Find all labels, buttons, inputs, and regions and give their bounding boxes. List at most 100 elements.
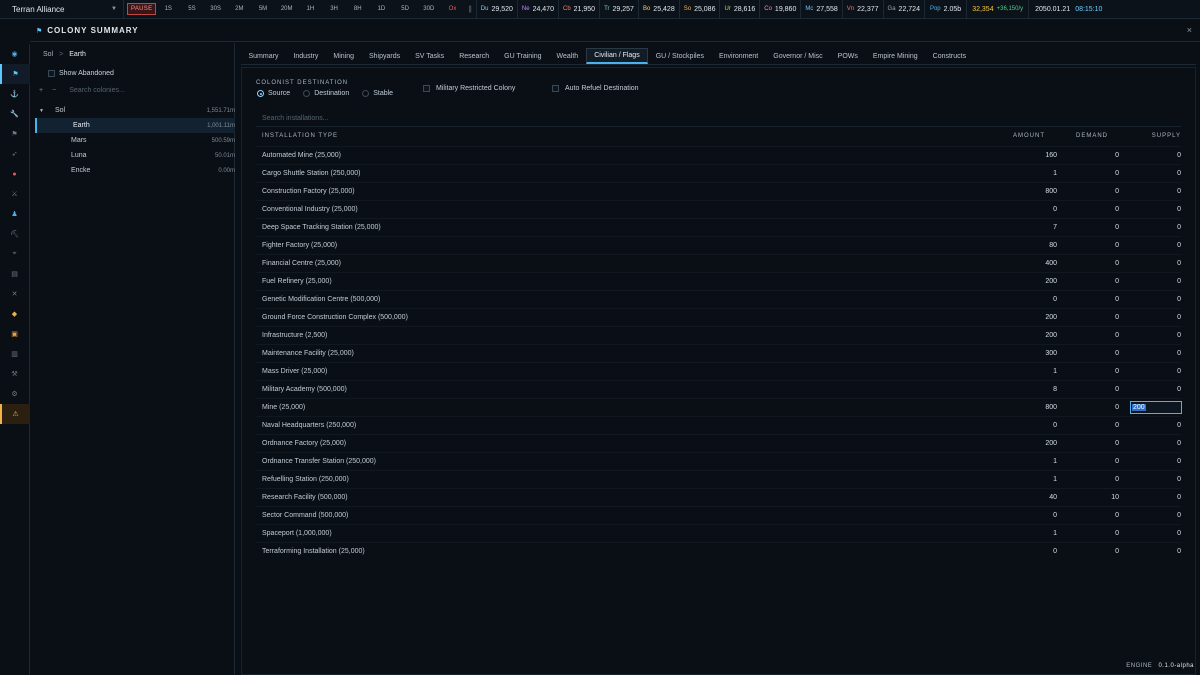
speed-button-1d[interactable]: 1D (370, 6, 394, 12)
supply-value[interactable]: 0 (1177, 512, 1181, 519)
tab-civilian-flags[interactable]: Civilian / Flags (585, 48, 649, 64)
demand-value[interactable]: 0 (1115, 422, 1119, 429)
breadcrumb-system[interactable]: Sol (43, 51, 53, 58)
tab-gu-stockpiles[interactable]: GU / Stockpiles (648, 48, 711, 64)
tab-shipyards[interactable]: Shipyards (361, 48, 407, 64)
supply-value[interactable]: 0 (1177, 422, 1181, 429)
speed-button-5m[interactable]: 5M (251, 6, 275, 12)
warning-icon[interactable]: ⚠ (0, 404, 30, 424)
flag-icon[interactable]: ⚑ (0, 64, 30, 84)
installation-search-input[interactable]: Search installations... (262, 115, 329, 122)
tab-environment[interactable]: Environment (711, 48, 765, 64)
speed-button-20m[interactable]: 20M (275, 6, 299, 12)
colony-row[interactable]: Earth 1,001.11m (35, 118, 235, 133)
system-row[interactable]: ▼ Sol 1,551.71m (35, 103, 235, 118)
speed-button-30s[interactable]: 30S (204, 6, 228, 12)
box-icon[interactable]: ▣ (0, 324, 30, 344)
supply-value[interactable]: 0 (1177, 350, 1181, 357)
document-icon[interactable]: ▥ (0, 344, 30, 364)
tab-governor-misc[interactable]: Governor / Misc (766, 48, 830, 64)
demand-value[interactable]: 0 (1115, 368, 1119, 375)
demand-value[interactable]: 0 (1115, 386, 1119, 393)
demand-value[interactable]: 0 (1115, 512, 1119, 519)
demand-value[interactable]: 0 (1115, 476, 1119, 483)
supply-value[interactable]: 0 (1177, 386, 1181, 393)
tools-icon[interactable]: ⚒ (0, 364, 30, 384)
cross-swords-icon[interactable]: ✕ (0, 284, 30, 304)
tab-pows[interactable]: POWs (830, 48, 865, 64)
demand-value[interactable]: 10 (1111, 494, 1119, 501)
speed-button-1s[interactable]: 1S (156, 6, 180, 12)
rocket-icon[interactable]: ➶ (0, 144, 30, 164)
tab-constructs[interactable]: Constructs (925, 48, 973, 64)
tab-research[interactable]: Research (452, 48, 497, 64)
demand-value[interactable]: 0 (1115, 296, 1119, 303)
tab-empire-mining[interactable]: Empire Mining (865, 48, 925, 64)
supply-value[interactable]: 0 (1177, 152, 1181, 159)
anchor-icon[interactable]: ⚓ (0, 84, 30, 104)
demand-value[interactable]: 0 (1115, 278, 1119, 285)
pin-icon[interactable]: ◉ (0, 44, 30, 64)
colony-row[interactable]: Encke 0.00m (35, 163, 235, 178)
tab-sv-tasks[interactable]: SV Tasks (408, 48, 452, 64)
telescope-icon[interactable]: ⌖ (0, 244, 30, 264)
demand-value[interactable]: 0 (1115, 152, 1119, 159)
empire-selector[interactable]: Terran Alliance ▼ (0, 0, 124, 19)
speed-button-5s[interactable]: 5S (180, 6, 204, 12)
demand-value[interactable]: 0 (1115, 260, 1119, 267)
remove-colony-button[interactable]: − (52, 87, 56, 94)
military-restricted-checkbox[interactable] (423, 85, 430, 92)
demand-value[interactable]: 0 (1115, 458, 1119, 465)
clipboard-icon[interactable]: ▤ (0, 264, 30, 284)
close-icon[interactable]: × (1187, 25, 1192, 35)
planet-icon[interactable]: ● (0, 164, 30, 184)
auto-refuel-checkbox[interactable] (552, 85, 559, 92)
supply-value[interactable]: 0 (1177, 170, 1181, 177)
colonist-stable-option[interactable]: Stable (362, 90, 393, 97)
show-abandoned-toggle[interactable]: Show Abandoned (48, 70, 114, 77)
colonist-source-option[interactable]: Source (257, 90, 290, 97)
supply-value[interactable]: 0 (1177, 242, 1181, 249)
demand-value[interactable]: 0 (1115, 404, 1119, 411)
tab-wealth[interactable]: Wealth (549, 48, 586, 64)
demand-value[interactable]: 0 (1115, 440, 1119, 447)
colony-search-input[interactable]: Search colonies... (69, 87, 125, 94)
supply-value[interactable]: 0 (1177, 296, 1181, 303)
supply-value[interactable]: 0 (1177, 278, 1181, 285)
supply-value[interactable]: 0 (1177, 530, 1181, 537)
radio-button[interactable] (257, 90, 264, 97)
pickaxe-icon[interactable]: ⛏ (0, 224, 30, 244)
tab-mining[interactable]: Mining (326, 48, 362, 64)
supply-value[interactable]: 0 (1177, 458, 1181, 465)
radio-button[interactable] (362, 90, 370, 97)
tab-summary[interactable]: Summary (241, 48, 286, 64)
demand-value[interactable]: 0 (1115, 530, 1119, 537)
speed-button-2m[interactable]: 2M (227, 6, 251, 12)
demand-value[interactable]: 0 (1115, 332, 1119, 339)
demand-value[interactable]: 0 (1115, 188, 1119, 195)
demand-value[interactable]: 0 (1115, 170, 1119, 177)
demand-value[interactable]: 0 (1115, 314, 1119, 321)
person-icon[interactable]: ♟ (0, 204, 30, 224)
supply-input[interactable]: 200 (1130, 401, 1182, 414)
swords-icon[interactable]: ⚔ (0, 184, 30, 204)
pause-button[interactable]: PAUSE (127, 3, 157, 15)
military-restricted-toggle[interactable]: Military Restricted Colony (423, 85, 515, 92)
demand-value[interactable]: 0 (1115, 242, 1119, 249)
supply-value[interactable]: 0 (1177, 332, 1181, 339)
tag-icon[interactable]: ◆ (0, 304, 30, 324)
demand-value[interactable]: 0 (1115, 206, 1119, 213)
supply-value[interactable]: 0 (1177, 368, 1181, 375)
demand-value[interactable]: 0 (1115, 350, 1119, 357)
wrench-icon[interactable]: 🔧 (0, 104, 30, 124)
colony-row[interactable]: Mars 500.59m (35, 133, 235, 148)
speed-button-5d[interactable]: 5D (393, 6, 417, 12)
show-abandoned-checkbox[interactable] (48, 70, 55, 77)
supply-value[interactable]: 0 (1177, 548, 1181, 555)
supply-value[interactable]: 0 (1177, 494, 1181, 501)
gear-icon[interactable]: ⚙ (0, 384, 30, 404)
colonist-destination-option[interactable]: Destination (303, 90, 349, 97)
colony-row[interactable]: Luna 50.01m (35, 148, 235, 163)
supply-value[interactable]: 0 (1177, 314, 1181, 321)
collapse-triangle-icon[interactable]: ▼ (39, 108, 44, 114)
